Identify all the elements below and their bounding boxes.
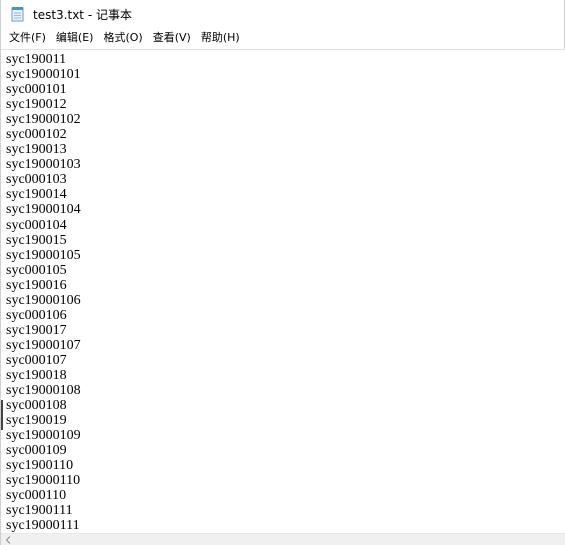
menu-view[interactable]: 查看(V) — [148, 28, 196, 46]
text-line: syc000108 — [6, 398, 67, 414]
chevron-left-icon[interactable] — [1, 534, 15, 545]
text-line: syc000105 — [6, 262, 67, 278]
text-line: syc000109 — [6, 443, 67, 459]
notepad-window: test3.txt - 记事本 文件(F) 编辑(E) 格式(O) 查看(V) … — [0, 0, 565, 545]
notepad-icon — [11, 6, 25, 22]
menu-format[interactable]: 格式(O) — [98, 28, 147, 46]
text-line: syc190015 — [6, 232, 67, 248]
text-line: syc190012 — [6, 97, 67, 113]
text-line: syc19000105 — [6, 247, 81, 263]
text-line: syc1900110 — [6, 458, 74, 474]
text-line: syc190014 — [6, 187, 67, 203]
text-line: syc19000104 — [6, 202, 81, 218]
text-line: syc19000111 — [6, 518, 80, 533]
text-line: syc190013 — [6, 142, 67, 158]
title-bar[interactable]: test3.txt - 记事本 — [1, 0, 564, 28]
text-line: syc000101 — [6, 82, 67, 98]
text-line: syc000107 — [6, 352, 67, 368]
horizontal-scrollbar[interactable] — [1, 533, 565, 545]
text-editor-area[interactable]: syc190011 syc19000101 syc000101 syc190012 sy… — [1, 49, 565, 533]
text-line: syc190017 — [6, 322, 67, 338]
text-line: syc19000106 — [6, 292, 81, 308]
text-line: syc1900111 — [6, 503, 73, 519]
window-edge-marker — [1, 400, 3, 430]
text-line: syc19000101 — [6, 67, 81, 83]
text-line: syc19000102 — [6, 112, 81, 128]
text-line: syc000104 — [6, 217, 67, 233]
menu-bar: 文件(F) 编辑(E) 格式(O) 查看(V) 帮助(H) — [1, 28, 564, 46]
text-line: syc190011 — [6, 52, 67, 67]
menu-file[interactable]: 文件(F) — [4, 28, 51, 46]
text-line: syc190019 — [6, 413, 67, 429]
menu-help[interactable]: 帮助(H) — [196, 28, 245, 46]
text-line: syc19000108 — [6, 383, 81, 399]
text-line: syc000103 — [6, 172, 67, 188]
window-title: test3.txt - 记事本 — [33, 7, 132, 22]
text-line: syc000110 — [6, 488, 67, 504]
text-line: syc190018 — [6, 367, 67, 383]
text-line: syc190016 — [6, 277, 67, 293]
menu-edit[interactable]: 编辑(E) — [51, 28, 99, 46]
text-line: syc19000109 — [6, 428, 81, 444]
text-line: syc000102 — [6, 127, 67, 143]
text-line: syc000106 — [6, 307, 67, 323]
editor-content[interactable]: syc190011 syc19000101 syc000101 syc190012 sy… — [1, 50, 565, 533]
text-line: syc19000110 — [6, 473, 81, 489]
text-line: syc19000103 — [6, 157, 81, 173]
text-line: syc19000107 — [6, 337, 81, 353]
